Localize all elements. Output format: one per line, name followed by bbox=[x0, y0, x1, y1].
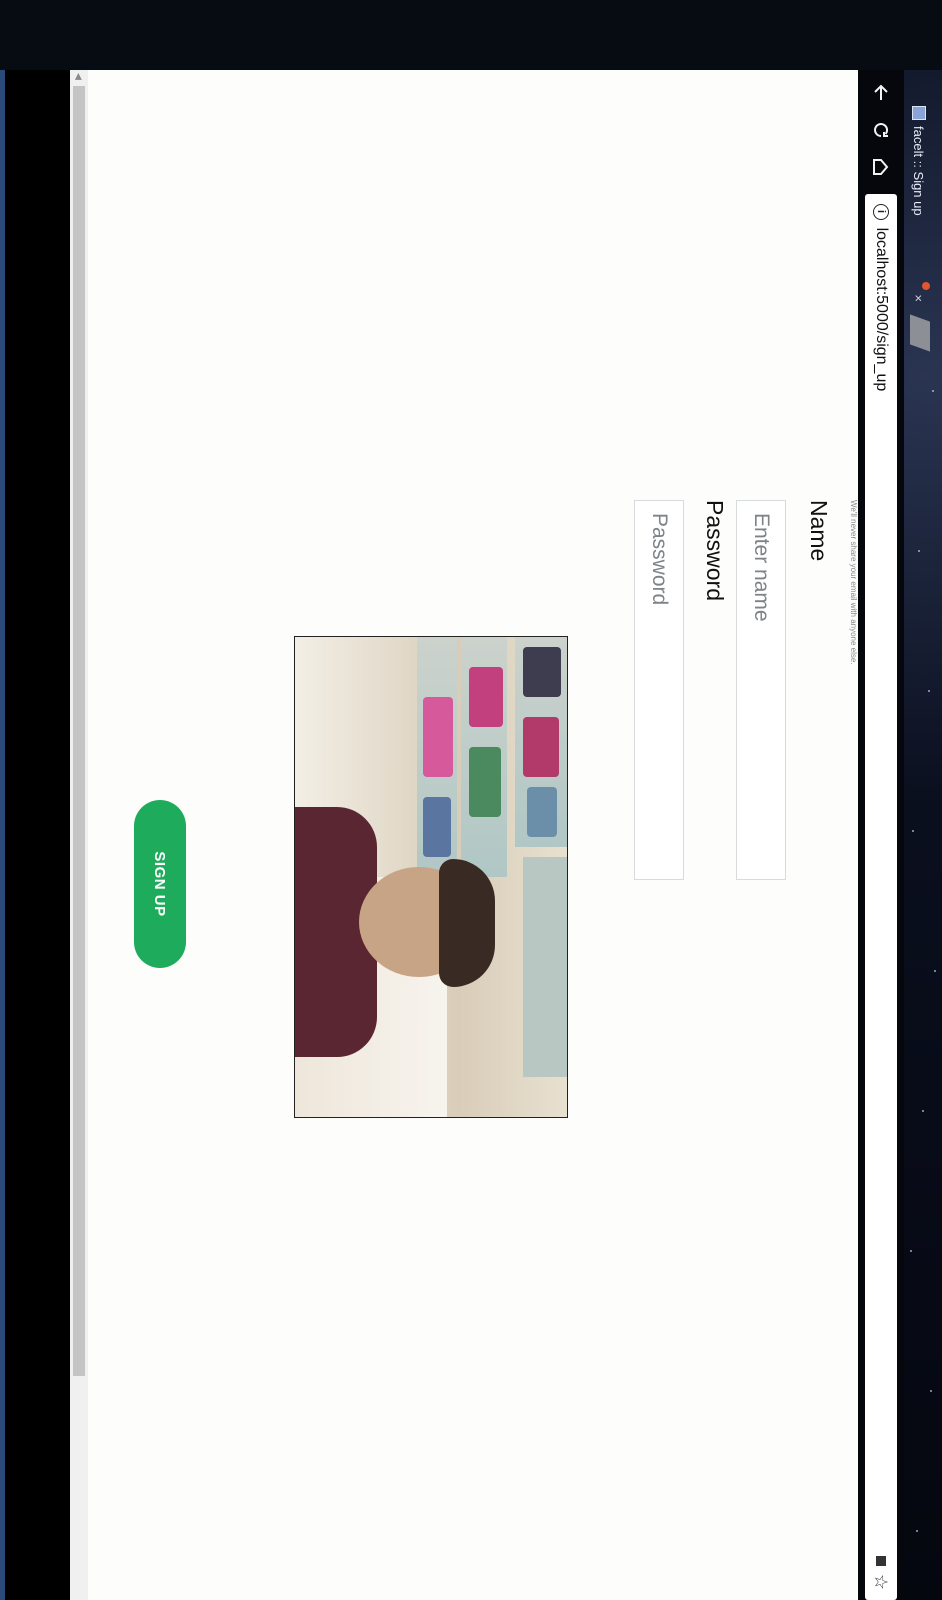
name-input[interactable]: Enter name bbox=[736, 500, 786, 880]
email-hint-text: We'll never share your email with anyone… bbox=[849, 500, 858, 665]
recording-indicator-icon bbox=[922, 282, 930, 290]
star-icon[interactable]: ☆ bbox=[871, 1574, 892, 1590]
address-bar[interactable]: i localhost:5000/sign_up ☆ bbox=[865, 193, 897, 1600]
home-button[interactable] bbox=[866, 152, 896, 181]
cast-icon[interactable] bbox=[876, 1555, 886, 1566]
system-status-bar bbox=[0, 0, 942, 70]
browser-window: facelt :: Sign up × i localhost:5000/sig… bbox=[70, 70, 942, 1600]
page-content: We'll never share your email with anyone… bbox=[88, 70, 858, 1600]
tab-title: facelt :: Sign up bbox=[911, 126, 927, 216]
arrow-left-icon bbox=[874, 84, 888, 100]
back-button[interactable] bbox=[866, 78, 896, 107]
reload-icon bbox=[874, 122, 889, 137]
reload-button[interactable] bbox=[866, 115, 896, 144]
webcam-preview bbox=[294, 636, 568, 1118]
favicon-icon bbox=[912, 106, 926, 120]
info-icon[interactable]: i bbox=[873, 203, 889, 220]
close-icon[interactable]: × bbox=[912, 294, 927, 302]
new-tab-button[interactable] bbox=[910, 314, 930, 352]
wallpaper-edge bbox=[0, 70, 5, 1600]
name-label: Name bbox=[806, 500, 832, 562]
browser-toolbar: i localhost:5000/sign_up ☆ bbox=[858, 70, 904, 1600]
url-text[interactable]: localhost:5000/sign_up bbox=[872, 228, 890, 1548]
tab-strip: facelt :: Sign up × bbox=[904, 70, 942, 1600]
scrollbar-thumb[interactable] bbox=[73, 86, 85, 1376]
password-input[interactable]: Password bbox=[634, 500, 684, 880]
scroll-left-icon[interactable]: ◀ bbox=[73, 73, 84, 80]
home-icon bbox=[873, 158, 889, 175]
horizontal-scrollbar[interactable]: ◀ bbox=[70, 70, 88, 1600]
browser-tab[interactable]: facelt :: Sign up × bbox=[904, 100, 934, 310]
password-label: Password bbox=[702, 500, 728, 601]
sign-up-button[interactable]: SIGN UP bbox=[134, 800, 186, 968]
